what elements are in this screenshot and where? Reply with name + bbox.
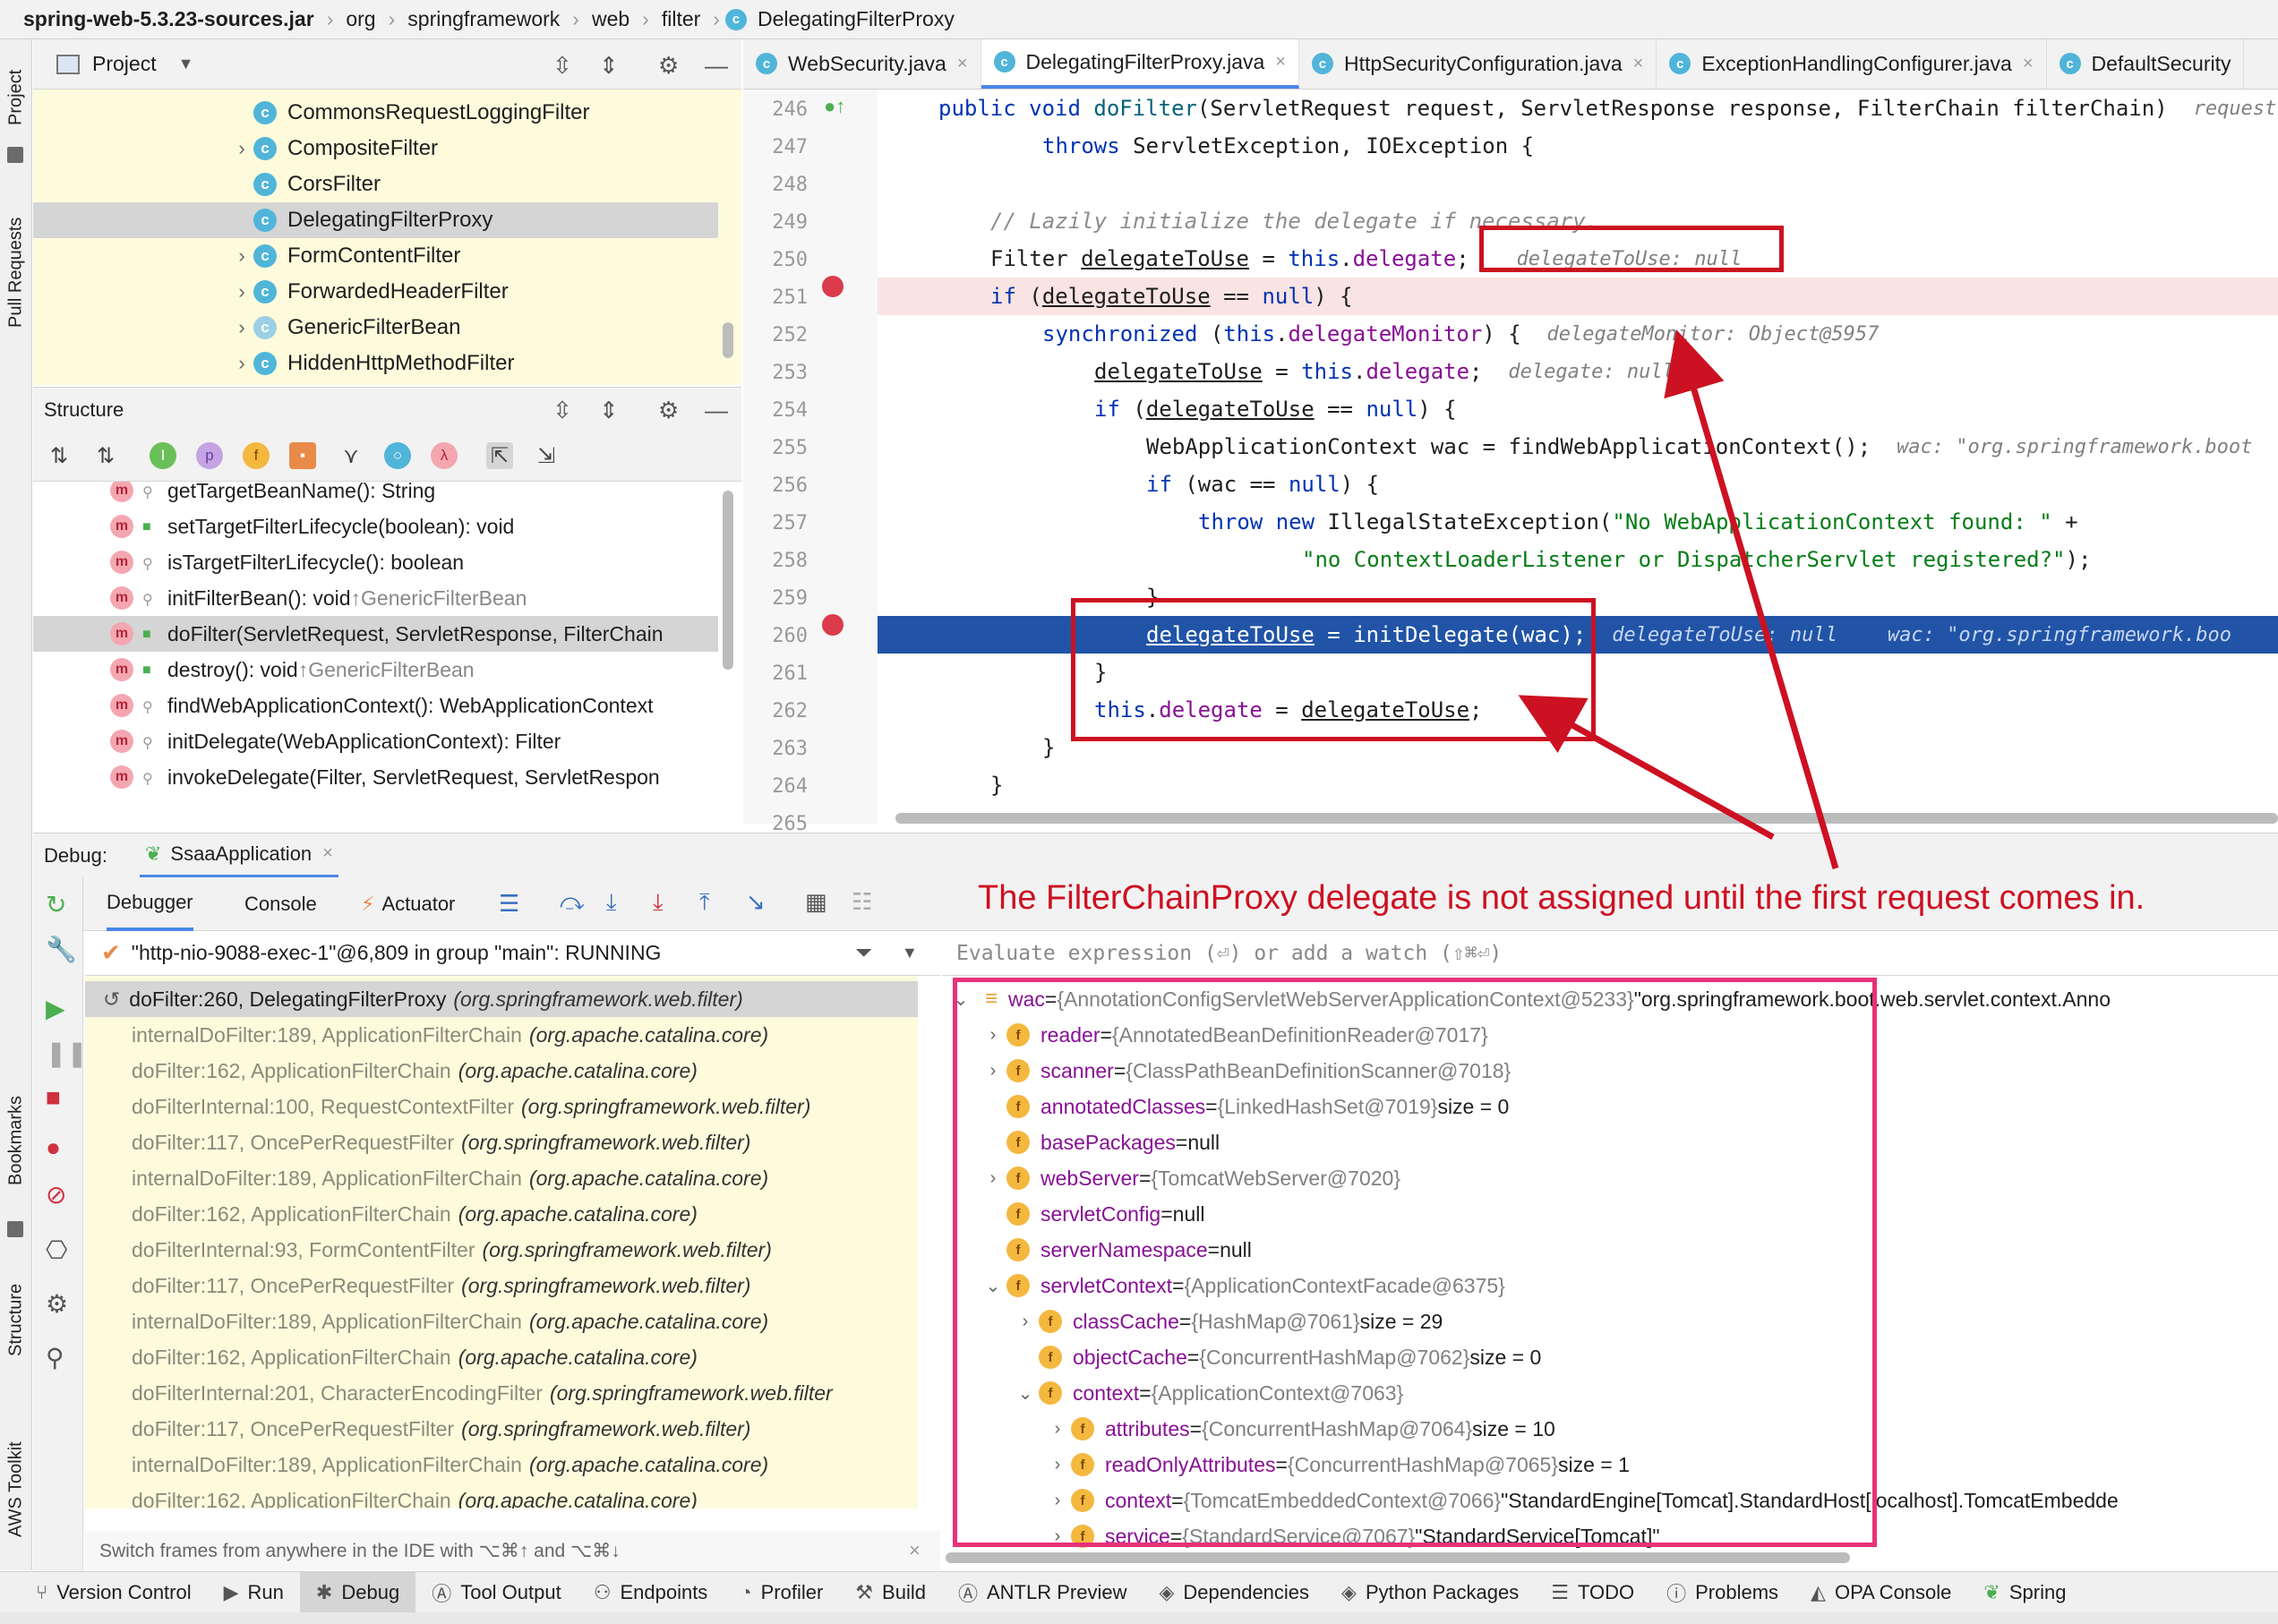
arrow-to-init-delegate (1518, 695, 1775, 841)
arrow-to-delegate-null (1664, 329, 1839, 869)
annotation-arrows (1518, 329, 1839, 869)
